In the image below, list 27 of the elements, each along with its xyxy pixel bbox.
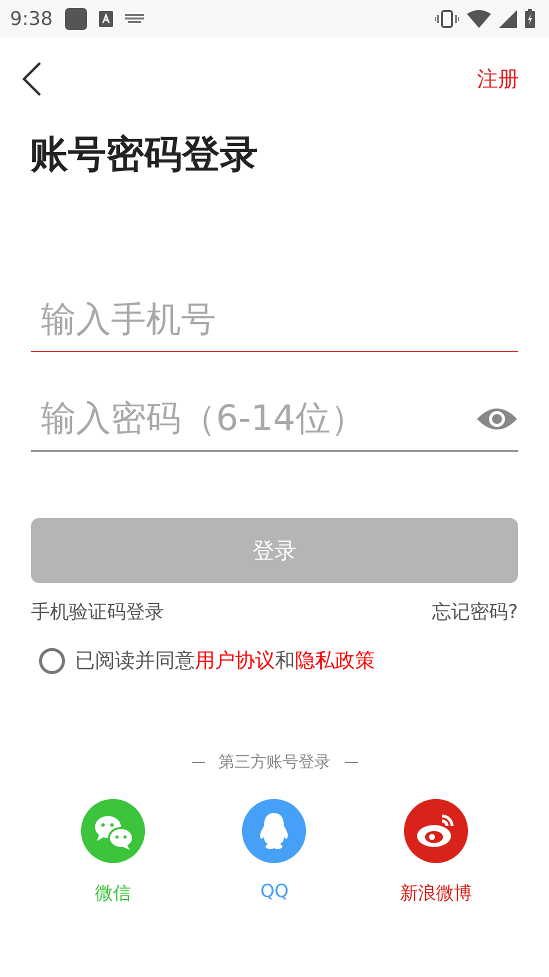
section-heading: 第三方账号登录 bbox=[218, 752, 330, 773]
agreement-checkbox[interactable] bbox=[39, 648, 65, 674]
page-title: 账号密码登录 bbox=[30, 131, 259, 178]
eye-waves-icon[interactable] bbox=[404, 799, 468, 863]
agreement-text: 已阅读并同意用户协议和隐私政策 bbox=[75, 647, 375, 674]
provider-label: 新浪微博 bbox=[400, 882, 472, 905]
register-link[interactable]: 注册 bbox=[477, 65, 519, 93]
back-icon[interactable] bbox=[20, 61, 42, 97]
provider-label: 微信 bbox=[94, 882, 131, 905]
status-time: 9:38 bbox=[10, 8, 53, 30]
provider-label: QQ bbox=[260, 881, 289, 902]
app-square-icon bbox=[64, 8, 87, 30]
forgot-password-link[interactable]: 忘记密码? bbox=[432, 599, 518, 625]
penguin-icon[interactable] bbox=[242, 799, 306, 863]
vibrate-icon bbox=[435, 10, 459, 28]
policy-link[interactable]: 隐私政策 bbox=[295, 648, 375, 672]
keyboard-icon bbox=[124, 14, 144, 24]
chat-bubbles-icon[interactable] bbox=[80, 799, 145, 863]
keyboard-letter-icon bbox=[98, 10, 113, 26]
sms-login-link[interactable]: 手机验证码登录 bbox=[31, 599, 164, 625]
eye-icon[interactable] bbox=[476, 406, 518, 432]
battery-icon bbox=[525, 9, 535, 28]
policy-link[interactable]: 用户协议 bbox=[195, 648, 275, 672]
wifi-icon bbox=[467, 10, 491, 28]
signal-icon bbox=[499, 10, 517, 28]
password-field[interactable]: 输入密码（6-14位） bbox=[31, 388, 518, 452]
phone-field[interactable]: 输入手机号 bbox=[31, 288, 518, 352]
